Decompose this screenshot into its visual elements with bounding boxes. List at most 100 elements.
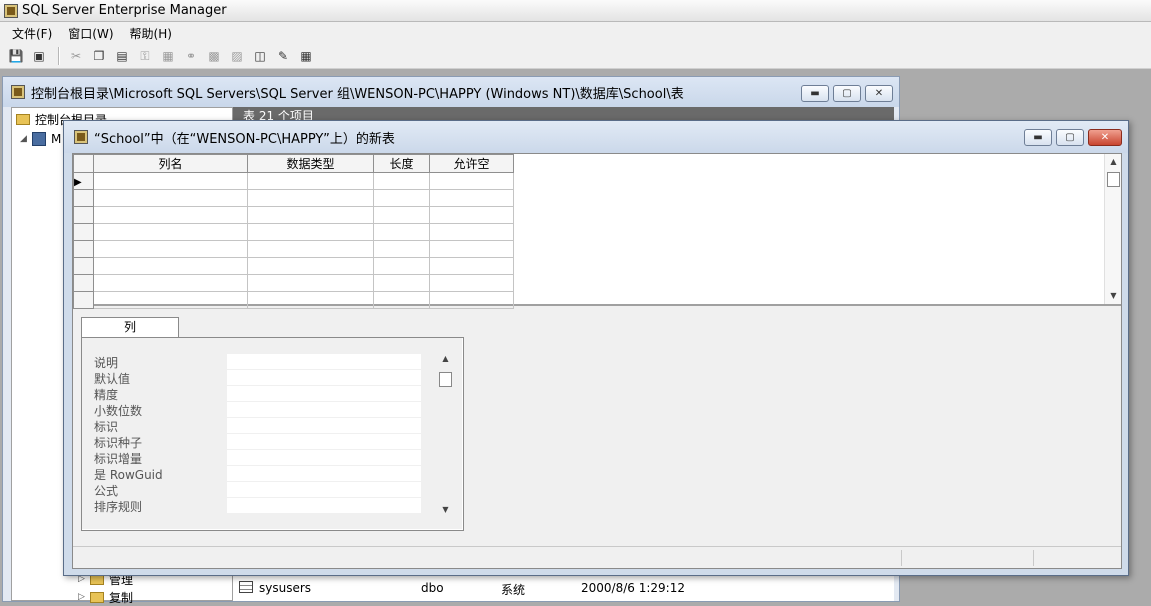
row-selector[interactable] [73, 274, 94, 292]
cell-data-type[interactable] [247, 223, 374, 241]
close-button[interactable]: ✕ [1088, 129, 1122, 146]
cell-allow-null[interactable] [429, 223, 514, 241]
cell-column-name[interactable] [93, 257, 248, 275]
expand-arrow-icon[interactable]: ◢ [20, 134, 28, 144]
row-selector[interactable] [73, 223, 94, 241]
tree-item-replication[interactable]: ▷ 复制 [78, 588, 133, 606]
close-button[interactable]: ✕ [865, 85, 893, 102]
property-row[interactable]: 说明 [94, 354, 424, 370]
cell-column-name[interactable] [93, 189, 248, 207]
property-value[interactable] [227, 466, 421, 482]
cell-data-type[interactable] [247, 172, 374, 190]
property-row[interactable]: 标识 [94, 418, 424, 434]
table-row[interactable]: sysusers dbo 系统 2000/8/6 1:29:12 [233, 579, 894, 597]
cell-data-type[interactable] [247, 189, 374, 207]
column-header-length[interactable]: 长度 [373, 154, 430, 173]
cell-data-type[interactable] [247, 240, 374, 258]
paste-icon[interactable]: ▤ [112, 46, 132, 66]
cell-column-name[interactable] [93, 274, 248, 292]
property-row[interactable]: 公式 [94, 482, 424, 498]
relationship-icon[interactable]: ⚭ [181, 46, 201, 66]
scroll-down-icon[interactable]: ▼ [1105, 288, 1122, 304]
properties-icon[interactable]: ▣ [29, 46, 49, 66]
column-header-name[interactable]: 列名 [93, 154, 248, 173]
index-icon[interactable]: ▦ [158, 46, 178, 66]
grid-row[interactable] [73, 240, 514, 258]
menu-file[interactable]: 文件(F) [4, 25, 60, 42]
cell-length[interactable] [373, 206, 430, 224]
row-selector[interactable] [73, 206, 94, 224]
constraint-icon[interactable]: ▩ [204, 46, 224, 66]
cell-length[interactable] [373, 172, 430, 190]
key-icon[interactable]: ⚿ [135, 46, 155, 66]
column-header-type[interactable]: 数据类型 [247, 154, 374, 173]
grid-row[interactable] [73, 257, 514, 275]
cell-data-type[interactable] [247, 291, 374, 309]
property-row[interactable]: 精度 [94, 386, 424, 402]
cell-allow-null[interactable] [429, 172, 514, 190]
cell-allow-null[interactable] [429, 257, 514, 275]
tab-columns[interactable]: 列 [81, 317, 179, 337]
cell-allow-null[interactable] [429, 274, 514, 292]
property-row[interactable]: 默认值 [94, 370, 424, 386]
cell-data-type[interactable] [247, 206, 374, 224]
property-row[interactable]: 是 RowGuid [94, 466, 424, 482]
property-row[interactable]: 标识增量 [94, 450, 424, 466]
cell-data-type[interactable] [247, 274, 374, 292]
grid-scrollbar[interactable]: ▲ ▼ [1104, 154, 1121, 304]
row-selector[interactable] [73, 257, 94, 275]
row-selector[interactable] [73, 189, 94, 207]
property-value[interactable] [227, 386, 421, 402]
property-row[interactable]: 标识种子 [94, 434, 424, 450]
grid-row[interactable] [73, 189, 514, 207]
generate-script-icon[interactable]: ✎ [273, 46, 293, 66]
scroll-thumb[interactable] [439, 372, 452, 387]
trigger-icon[interactable]: ▨ [227, 46, 247, 66]
cell-data-type[interactable] [247, 257, 374, 275]
cut-icon[interactable]: ✂ [66, 46, 86, 66]
properties-scrollbar[interactable]: ▲ ▼ [437, 354, 454, 514]
cell-allow-null[interactable] [429, 240, 514, 258]
cell-allow-null[interactable] [429, 189, 514, 207]
property-row[interactable]: 小数位数 [94, 402, 424, 418]
cell-column-name[interactable] [93, 206, 248, 224]
grid-row[interactable] [73, 223, 514, 241]
cell-allow-null[interactable] [429, 206, 514, 224]
cell-length[interactable] [373, 189, 430, 207]
property-value[interactable] [227, 418, 421, 434]
row-selector[interactable]: ▶ [73, 172, 94, 190]
grid-icon[interactable]: ▦ [296, 46, 316, 66]
minimize-button[interactable]: ▬ [801, 85, 829, 102]
grid-row[interactable]: ▶ [73, 172, 514, 190]
property-value[interactable] [227, 370, 421, 386]
column-header-nullable[interactable]: 允许空 [429, 154, 514, 173]
copy-icon[interactable]: ❐ [89, 46, 109, 66]
grid-row[interactable] [73, 291, 514, 309]
menu-window[interactable]: 窗口(W) [60, 25, 121, 42]
row-selector[interactable] [73, 291, 94, 309]
cell-length[interactable] [373, 223, 430, 241]
cell-length[interactable] [373, 274, 430, 292]
expand-arrow-icon[interactable]: ▷ [78, 592, 86, 602]
column-grid[interactable]: 列名 数据类型 长度 允许空 ▶ [73, 154, 514, 309]
maximize-button[interactable]: ▢ [1056, 129, 1084, 146]
cell-column-name[interactable] [93, 240, 248, 258]
cell-length[interactable] [373, 291, 430, 309]
property-value[interactable] [227, 354, 421, 370]
menu-help[interactable]: 帮助(H) [122, 25, 180, 42]
cell-column-name[interactable] [93, 291, 248, 309]
scroll-up-icon[interactable]: ▲ [437, 354, 454, 363]
diagram-icon[interactable]: ◫ [250, 46, 270, 66]
property-value[interactable] [227, 498, 421, 514]
save-icon[interactable]: 💾 [6, 46, 26, 66]
cell-allow-null[interactable] [429, 291, 514, 309]
cell-column-name[interactable] [93, 172, 248, 190]
property-value[interactable] [227, 434, 421, 450]
property-value[interactable] [227, 450, 421, 466]
scroll-thumb[interactable] [1107, 172, 1120, 187]
scroll-up-icon[interactable]: ▲ [1105, 154, 1122, 170]
cell-column-name[interactable] [93, 223, 248, 241]
grid-row[interactable] [73, 206, 514, 224]
cell-length[interactable] [373, 257, 430, 275]
row-selector[interactable] [73, 240, 94, 258]
